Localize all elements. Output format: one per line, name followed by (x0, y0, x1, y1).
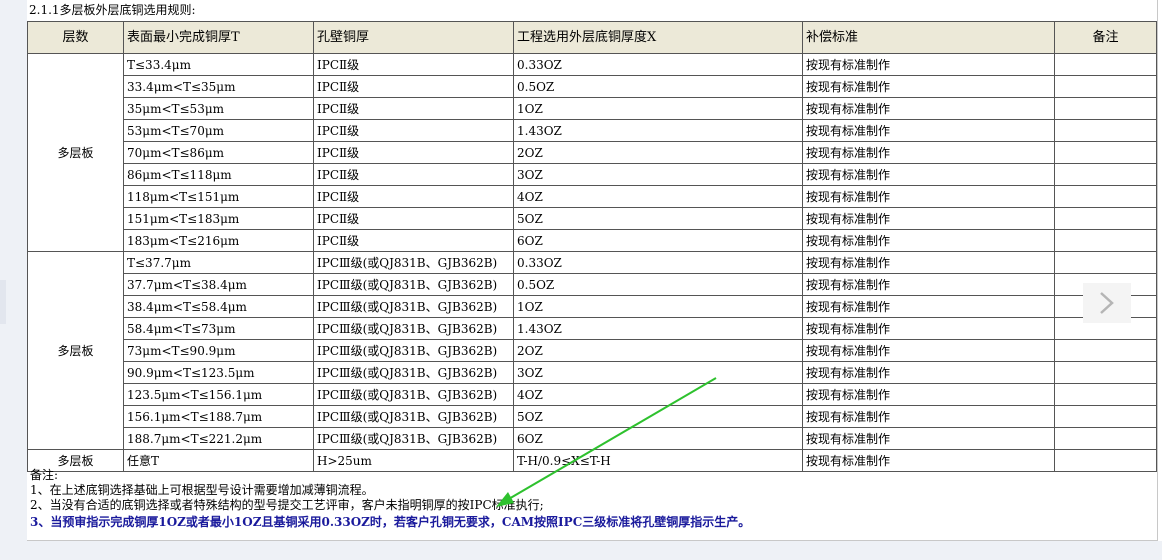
green-arrow-icon (496, 377, 717, 507)
